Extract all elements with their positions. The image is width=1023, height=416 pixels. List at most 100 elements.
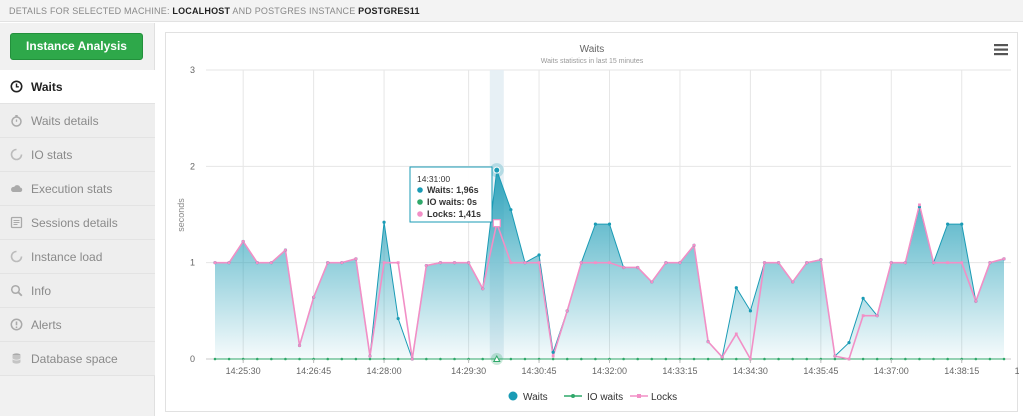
io-waits-point [622, 357, 625, 361]
locks-point [424, 264, 428, 267]
io-waits-point [326, 357, 330, 361]
chart-tooltip: 14:31:00 Waits: 1,96s IO waits: 0s Locks… [409, 166, 493, 223]
x-tick-label: 14:28:00 [367, 366, 402, 376]
sidebar-item-database-space[interactable]: Database space [0, 342, 155, 376]
io-waits-point [523, 357, 527, 361]
io-waits-point [974, 357, 978, 361]
io-waits-point [833, 357, 837, 361]
io-waits-point [664, 357, 668, 361]
x-tick-label: 14:25:30 [226, 366, 261, 376]
locks-point [396, 261, 400, 265]
y-tick-label: 0 [190, 354, 195, 364]
locks-point [777, 261, 780, 265]
alert-icon [10, 318, 23, 331]
locks-point [481, 287, 485, 291]
chart-legend: Waits IO waits Locks [508, 391, 677, 404]
waits-point [551, 350, 555, 354]
waits-point [946, 222, 950, 226]
io-waits-point [777, 357, 780, 361]
sidebar-item-label: Info [31, 283, 52, 298]
sidebar-item-alerts[interactable]: Alerts [0, 308, 155, 342]
y-tick-label: 1 [190, 258, 195, 268]
sidebar-item-label: Database space [31, 351, 118, 366]
locks-point [650, 280, 654, 284]
locks-point [819, 258, 823, 262]
tooltip-waits: Waits: 1,96s [427, 185, 479, 195]
y-tick-label: 2 [190, 161, 195, 171]
io-waits-point [509, 357, 513, 361]
io-waits-point [861, 357, 865, 361]
x-tick-label: 14:37:00 [874, 366, 909, 376]
locks-point [340, 261, 344, 265]
locks-hover-point [492, 219, 501, 228]
locks-point [833, 354, 837, 358]
waits-point [847, 341, 851, 345]
locks-point [241, 240, 245, 243]
locks-point [255, 261, 259, 265]
io-waits-point [735, 357, 738, 361]
sidebar-item-sessions-details[interactable]: Sessions details [0, 206, 155, 240]
io-waits-point [396, 357, 400, 361]
locks-point [974, 299, 978, 303]
locks-point [960, 261, 964, 265]
sidebar-item-execution-stats[interactable]: Execution stats [0, 172, 155, 206]
details-header: DETAILS FOR SELECTED MACHINE: LOCALHOST … [0, 0, 1023, 22]
locks-point [903, 261, 907, 265]
locks-point [368, 354, 372, 358]
search-icon [10, 284, 23, 297]
io-waits-point [255, 357, 259, 361]
io-waits-point [706, 357, 710, 361]
clock-icon [10, 80, 23, 93]
chart-menu-icon[interactable] [994, 44, 1008, 56]
io-waits-point [918, 357, 921, 361]
locks-point [875, 314, 879, 318]
locks-point [453, 261, 456, 265]
locks-point [439, 261, 442, 265]
locks-point [565, 309, 569, 313]
locks-point [608, 261, 611, 265]
sidebar-item-waits-details[interactable]: Waits details [0, 104, 155, 138]
locks-point [692, 243, 696, 247]
instance-analysis-button[interactable]: Instance Analysis [10, 33, 143, 60]
io-waits-point [227, 357, 231, 361]
legend-item-locks[interactable]: Locks [630, 392, 677, 403]
locks-point [284, 248, 287, 252]
waits-point [396, 316, 400, 321]
waits-chart-panel: 0 1 2 3 14:25:30 14:26:45 14:28:00 14:29:30 14:3… [165, 32, 1019, 412]
io-waits-point [565, 357, 569, 361]
io-waits-point [763, 357, 766, 361]
sidebar-item-waits[interactable]: Waits [0, 70, 155, 104]
locks-point [889, 261, 893, 265]
io-waits-point [791, 357, 794, 361]
locks-point [269, 261, 273, 265]
waits-point [861, 296, 865, 300]
tooltip-io-waits: IO waits: 0s [427, 197, 477, 207]
locks-point [312, 295, 316, 299]
x-tick-label: 14:26:45 [296, 366, 331, 376]
waits-point [593, 222, 598, 226]
io-waits-point [692, 357, 696, 361]
waits-chart: 0 1 2 3 14:25:30 14:26:45 14:28:00 14:29:30 14:3… [176, 44, 1019, 404]
tooltip-io-dot [417, 199, 423, 205]
legend-item-io-waits[interactable]: IO waits [564, 392, 623, 403]
x-tick-label: 14:34:30 [733, 366, 768, 376]
io-waits-point [453, 357, 456, 361]
sidebar-item-info[interactable]: Info [0, 274, 155, 308]
waits-point [607, 222, 612, 226]
sidebar-item-instance-load[interactable]: Instance load [0, 240, 155, 274]
locks-point [551, 354, 555, 358]
chart-subtitle: Waits statistics in last 15 minutes [541, 58, 644, 65]
waits-point [960, 222, 964, 226]
io-waits-point [650, 357, 654, 361]
sidebar-item-label: Alerts [31, 317, 62, 332]
locks-point [579, 261, 583, 265]
stopwatch-icon [10, 114, 23, 127]
locks-point [847, 357, 851, 361]
locks-point [664, 261, 668, 265]
instance-name: POSTGRES11 [358, 6, 420, 16]
sidebar-item-label: Waits details [31, 113, 99, 128]
sidebar-item-io-stats[interactable]: IO stats [0, 138, 155, 172]
legend-item-waits[interactable]: Waits [508, 391, 548, 404]
cloud-icon [10, 182, 23, 195]
locks-point [1002, 257, 1006, 261]
